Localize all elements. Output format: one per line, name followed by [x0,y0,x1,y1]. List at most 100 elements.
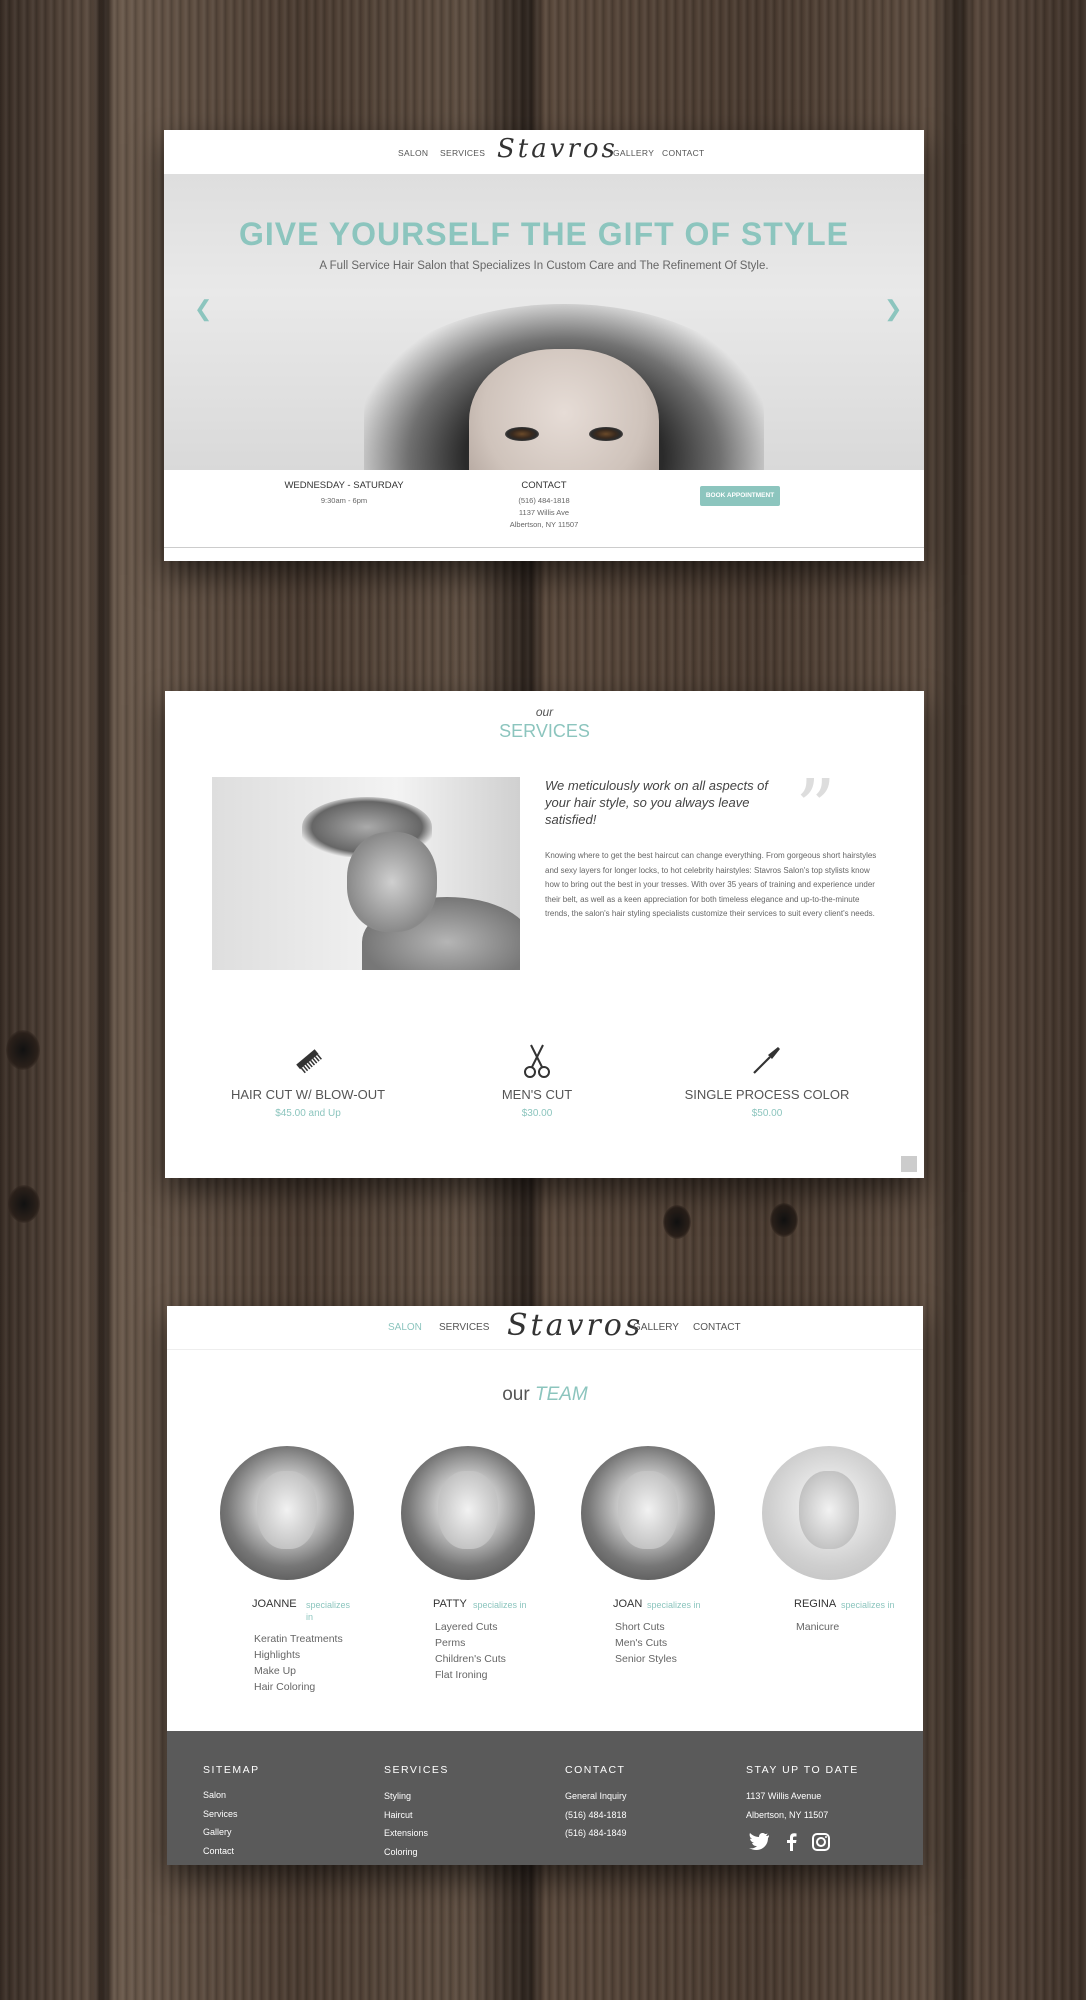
team-title-accent: TEAM [534,1384,588,1405]
chevron-right-icon[interactable]: ❯ [884,296,902,322]
hero-subtitle: A Full Service Hair Salon that Specializ… [319,260,769,272]
footer-link[interactable]: Coloring [384,1843,428,1862]
logo[interactable]: Stavros [507,1308,643,1343]
wood-knot [663,1205,691,1239]
nav-services[interactable]: SERVICES [440,148,485,158]
team-our-label: our [502,1384,530,1405]
services-paragraph: Knowing where to get the best haircut ca… [545,851,877,918]
footer-sitemap-heading: SITEMAP [203,1764,260,1776]
service-name: SINGLE PROCESS COLOR [684,1087,850,1102]
chevron-left-icon[interactable]: ❮ [194,296,212,322]
services-title: SERVICES [499,721,590,741]
specialty-item: Keratin Treatments [254,1633,343,1645]
footer-address-line: 1137 Willis Avenue [746,1791,822,1801]
hours-heading: WEDNESDAY - SATURDAY [284,480,404,491]
footer-link[interactable]: General Inquiry [565,1787,627,1806]
services-panel: our SERVICES We meticulously work on all… [165,691,924,1178]
team-title: our TEAM [167,1384,923,1406]
nav-salon[interactable]: SALON [398,148,428,158]
footer-address-line: Albertson, NY 11507 [746,1809,829,1820]
avatar-face [438,1471,498,1549]
service-price: $50.00 [751,1108,783,1119]
logo[interactable]: Stavros [497,134,618,164]
footer-link[interactable]: (516) 484-1818 [565,1806,627,1825]
nav-gallery[interactable]: GALLERY [613,148,654,158]
contact-phone[interactable]: (516) 484-1818 [474,495,614,507]
services-our-label: our [535,705,554,719]
member-spec-label: specializes in [647,1600,701,1610]
top-nav: SALON SERVICES Stavros GALLERY CONTACT [167,1306,923,1350]
specialty-item: Children's Cuts [435,1653,506,1665]
service-price: $45.00 and Up [275,1108,341,1119]
twitter-icon[interactable] [748,1833,770,1855]
back-to-top-button[interactable] [901,1156,917,1172]
nav-contact[interactable]: CONTACT [693,1322,741,1333]
member-spec-label: specializes in [841,1600,895,1610]
specialty-item: Men's Cuts [615,1637,668,1649]
team-panel: SALON SERVICES Stavros GALLERY CONTACT o… [167,1306,923,1865]
footer-stay-heading: STAY UP TO DATE [746,1764,859,1776]
specialty-item: Hair Coloring [254,1681,316,1693]
comb-icon [208,1043,408,1079]
site-footer: SITEMAP Salon Services Gallery Contact S… [167,1731,923,1865]
eye-graphic [505,427,539,441]
specialty-item: Senior Styles [615,1653,677,1665]
avatar[interactable] [762,1446,896,1580]
hero-slider: GIVE YOURSELF THE GIFT OF STYLE A Full S… [164,174,924,470]
footer-link[interactable]: (516) 484-1849 [565,1824,627,1843]
hero-title: GIVE YOURSELF THE GIFT OF STYLE [238,216,849,252]
service-price: $30.00 [521,1108,553,1119]
facebook-icon[interactable] [785,1833,797,1855]
footer-link[interactable]: Services [203,1805,238,1824]
footer-link[interactable]: Salon [203,1786,238,1805]
quote-mark-icon: ” [795,762,836,855]
homepage-panel: SALON SERVICES Stavros GALLERY CONTACT G… [164,130,924,561]
member-spec-label: specializes in [473,1600,527,1610]
specialty-item: Short Cuts [615,1621,665,1633]
avatar[interactable] [401,1446,535,1580]
footer-services-links: Styling Haircut Extensions Coloring [384,1787,428,1861]
footer-address: 1137 Willis Avenue Albertson, NY 11507 [746,1787,828,1824]
hours-time: 9:30am - 6pm [320,496,368,505]
member-specialties: Short Cuts Men's Cuts Senior Styles [615,1619,677,1667]
contact-city: Albertson, NY 11507 [509,520,579,529]
member-name: REGINA [794,1598,837,1610]
wood-knot [770,1203,798,1237]
contact-block: CONTACT (516) 484-1818 1137 Willis Ave A… [474,480,614,531]
avatar[interactable] [581,1446,715,1580]
avatar[interactable] [220,1446,354,1580]
photo-head [347,832,437,932]
specialty-item: Make Up [254,1665,297,1677]
nav-salon[interactable]: SALON [388,1322,422,1333]
book-appointment-button[interactable]: BOOK APPOINTMENT [700,486,780,506]
specialty-item: Highlights [254,1649,301,1661]
member-name: PATTY [433,1598,467,1610]
instagram-icon[interactable] [812,1833,831,1855]
specialty-item: Manicure [796,1621,840,1633]
hours-block: WEDNESDAY - SATURDAY 9:30am - 6pm [274,480,414,507]
service-item: SINGLE PROCESS COLOR $50.00 [667,1043,867,1119]
member-name: JOANNE [252,1598,297,1610]
nav-services[interactable]: SERVICES [439,1322,489,1333]
wood-knot [6,1030,40,1070]
nav-gallery[interactable]: GALLERY [633,1322,679,1333]
social-links [748,1833,840,1856]
scissors-icon [437,1043,637,1079]
member-name: JOAN [613,1598,643,1610]
services-photo [212,777,520,970]
footer-link[interactable]: Gallery [203,1823,238,1842]
service-name: MEN'S CUT [501,1087,573,1102]
wood-knot [8,1185,40,1223]
brush-icon [667,1043,867,1079]
footer-link[interactable]: Extensions [384,1824,428,1843]
footer-link[interactable]: Styling [384,1787,428,1806]
footer-link[interactable]: Contact [203,1842,238,1861]
nav-contact[interactable]: CONTACT [662,148,705,158]
footer-link[interactable]: Haircut [384,1806,428,1825]
service-item: HAIR CUT W/ BLOW-OUT $45.00 and Up [208,1043,408,1119]
hero-model-face [469,349,659,470]
divider [164,547,924,548]
footer-services-heading: SERVICES [384,1764,449,1776]
contact-heading: CONTACT [521,480,567,491]
footer-contact-links: General Inquiry (516) 484-1818 (516) 484… [565,1787,627,1843]
